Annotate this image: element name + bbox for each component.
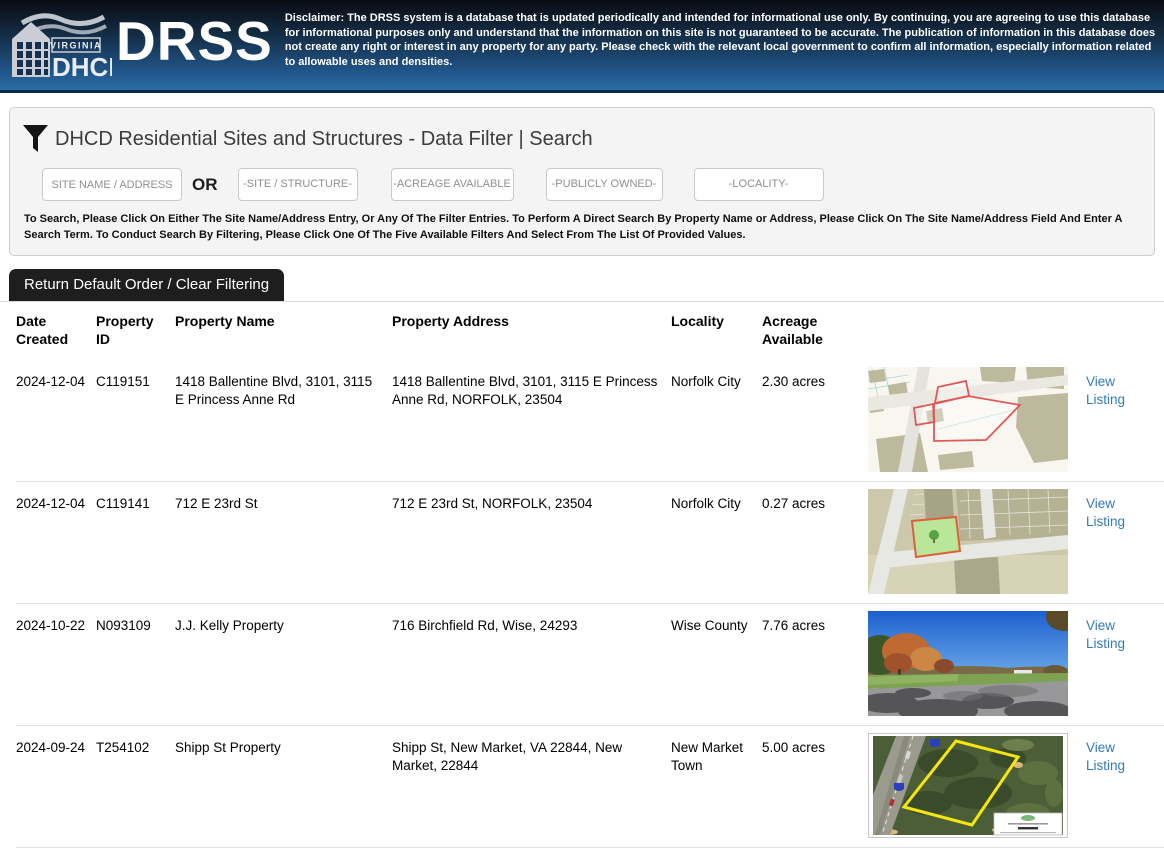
filter-instructions: To Search, Please Click On Either The Si…: [24, 212, 1142, 243]
street-photo-image: [868, 611, 1068, 716]
filter-panel: DHCD Residential Sites and Structures - …: [9, 107, 1155, 256]
table-row: 2024-09-24 T254102 Shipp St Property Shi…: [16, 726, 1164, 848]
col-header-locality: Locality: [671, 302, 762, 360]
filter-funnel-icon: [22, 123, 49, 155]
disclaimer-text: Disclaimer: The DRSS system is a databas…: [285, 11, 1156, 69]
col-header-property-name: Property Name: [175, 302, 392, 360]
property-address-cell: 1418 Ballentine Blvd, 3101, 3115 E Princ…: [392, 367, 671, 408]
property-thumbnail[interactable]: [868, 489, 1068, 594]
acreage-cell: 0.27 acres: [762, 489, 868, 513]
acreage-cell: 7.76 acres: [762, 611, 868, 635]
property-address-cell: 716 Birchfield Rd, Wise, 24293: [392, 611, 671, 635]
view-listing-link[interactable]: View Listing: [1086, 733, 1130, 774]
property-id-cell: C119141: [96, 489, 175, 513]
or-label: OR: [192, 175, 218, 195]
filter-panel-title: DHCD Residential Sites and Structures - …: [55, 128, 593, 151]
table-header-row: Date Created Property ID Property Name P…: [16, 302, 1164, 360]
locality-filter[interactable]: -LOCALITY-: [694, 168, 824, 201]
view-listing-link[interactable]: View Listing: [1086, 611, 1130, 652]
table-row: 2024-12-04 C119151 1418 Ballentine Blvd,…: [16, 360, 1164, 482]
property-thumbnail[interactable]: [868, 367, 1068, 472]
locality-cell: Norfolk City: [671, 489, 762, 513]
acreage-available-filter[interactable]: -ACREAGE AVAILABLE: [391, 168, 514, 201]
dhcd-logo[interactable]: VIRGINIA DHCD: [8, 9, 112, 84]
logo-virginia-text: VIRGINIA: [50, 41, 102, 51]
property-id-cell: T254102: [96, 733, 175, 757]
parcel-map-green-lot-image: [868, 489, 1068, 594]
app-title: DRSS: [116, 14, 273, 69]
property-name-cell: Shipp St Property: [175, 733, 392, 757]
property-name-cell: 712 E 23rd St: [175, 489, 392, 513]
acreage-cell: 2.30 acres: [762, 367, 868, 391]
property-thumbnail[interactable]: [868, 611, 1068, 716]
parcel-map-red-outlines-image: [868, 367, 1068, 472]
date-created-cell: 2024-10-22: [16, 611, 96, 635]
acreage-cell: 5.00 acres: [762, 733, 868, 757]
property-address-cell: 712 E 23rd St, NORFOLK, 23504: [392, 489, 671, 513]
date-created-cell: 2024-12-04: [16, 367, 96, 391]
site-structure-filter[interactable]: -SITE / STRUCTURE-: [238, 168, 358, 201]
site-header: VIRGINIA DHCD DRSS Disclaimer: The DRSS …: [0, 0, 1164, 93]
col-header-property-id: Property ID: [96, 302, 175, 360]
date-created-cell: 2024-12-04: [16, 489, 96, 513]
property-name-cell: J.J. Kelly Property: [175, 611, 392, 635]
site-name-address-input[interactable]: [42, 168, 182, 201]
property-id-cell: C119151: [96, 367, 175, 391]
aerial-yellow-boundary-image: [868, 733, 1068, 838]
property-address-cell: Shipp St, New Market, VA 22844, New Mark…: [392, 733, 671, 774]
table-body: 2024-12-04 C119151 1418 Ballentine Blvd,…: [0, 360, 1164, 848]
view-listing-link[interactable]: View Listing: [1086, 367, 1130, 408]
results-table: Date Created Property ID Property Name P…: [0, 301, 1164, 848]
locality-cell: New Market Town: [671, 733, 762, 774]
col-header-property-address: Property Address: [392, 302, 671, 360]
property-id-cell: N093109: [96, 611, 175, 635]
property-name-cell: 1418 Ballentine Blvd, 3101, 3115 E Princ…: [175, 367, 392, 408]
table-row: 2024-12-04 C119141 712 E 23rd St 712 E 2…: [16, 482, 1164, 604]
table-row: 2024-10-22 N093109 J.J. Kelly Property 7…: [16, 604, 1164, 726]
clear-filtering-button[interactable]: Return Default Order / Clear Filtering: [9, 269, 284, 301]
property-thumbnail[interactable]: [868, 733, 1068, 838]
date-created-cell: 2024-09-24: [16, 733, 96, 757]
locality-cell: Wise County: [671, 611, 762, 635]
col-header-date-created: Date Created: [16, 302, 96, 360]
dhcd-house-icon: VIRGINIA DHCD: [8, 9, 112, 79]
logo-dhcd-text: DHCD: [52, 52, 112, 79]
locality-cell: Norfolk City: [671, 367, 762, 391]
publicly-owned-filter[interactable]: -PUBLICLY OWNED-: [546, 168, 663, 201]
view-listing-link[interactable]: View Listing: [1086, 489, 1130, 530]
col-header-acreage-available: Acreage Available: [762, 302, 868, 360]
